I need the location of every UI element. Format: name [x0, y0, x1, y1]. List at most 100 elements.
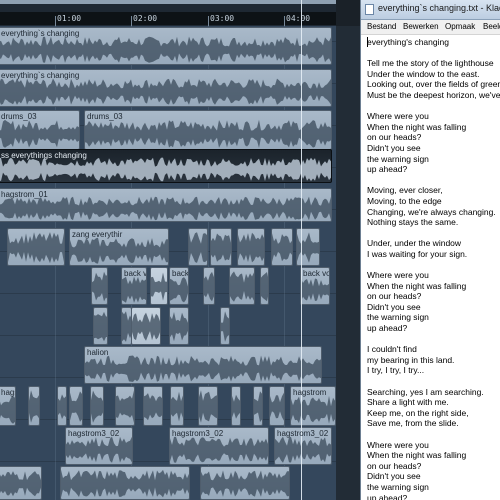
clip-label: hagstrom3_02	[68, 429, 120, 438]
waveform	[199, 390, 217, 423]
waveform-shape	[85, 119, 331, 148]
audio-clip[interactable]: drums_03	[84, 110, 332, 150]
audio-clip[interactable]	[93, 307, 108, 345]
waveform-shape	[232, 394, 240, 419]
audio-clip[interactable]	[237, 228, 265, 266]
clip-label: halion	[87, 348, 109, 357]
notepad-text-area[interactable]: everything's changing Tell me the story …	[367, 37, 500, 500]
audio-clip[interactable]	[198, 386, 218, 426]
audio-clip[interactable]	[210, 228, 232, 266]
tick-mark	[284, 16, 285, 26]
audio-clip[interactable]: hagstrom3_02	[169, 427, 269, 465]
clip-label: back vo	[303, 269, 330, 278]
audio-clip[interactable]	[231, 386, 241, 426]
waveform	[29, 390, 39, 423]
waveform-shape	[58, 394, 66, 419]
audio-clip[interactable]	[220, 307, 230, 345]
waveform-shape	[85, 355, 321, 382]
waveform-shape	[301, 278, 329, 302]
menu-opmaak[interactable]: Opmaak	[445, 22, 475, 31]
waveform	[151, 272, 167, 301]
audio-clip[interactable]	[253, 386, 263, 426]
waveform-shape	[0, 471, 41, 497]
audio-clip[interactable]	[229, 267, 255, 305]
audio-clip[interactable]	[296, 228, 320, 266]
waveform-shape	[201, 470, 289, 497]
audio-clip[interactable]	[69, 386, 83, 426]
audio-clip[interactable]	[90, 386, 104, 426]
audio-clip[interactable]	[60, 466, 190, 500]
waveform-shape	[66, 436, 132, 463]
audio-clip[interactable]: back	[169, 267, 189, 305]
audio-clip[interactable]: hagstrom	[290, 386, 336, 426]
waveform	[170, 312, 188, 342]
audio-clip[interactable]: everything`s changing	[0, 27, 332, 65]
audio-clip[interactable]: hagstrom3_02	[274, 427, 332, 465]
audio-clip[interactable]	[143, 386, 163, 426]
audio-clip[interactable]: drums_03	[0, 110, 80, 150]
audio-clip[interactable]: zang everythir	[69, 228, 169, 266]
vertical-scrollbar[interactable]	[336, 26, 360, 500]
audio-clip[interactable]: back v	[121, 267, 147, 305]
clip-label: back v	[124, 269, 147, 278]
waveform	[94, 311, 107, 342]
audio-clip[interactable]: ss everythings changing	[0, 149, 332, 183]
notepad-menubar: Bestand Bewerken Opmaak Beeld	[361, 20, 500, 35]
waveform	[270, 392, 284, 421]
audio-clip[interactable]: back vo	[300, 267, 330, 305]
waveform	[91, 390, 103, 423]
notepad-titlebar[interactable]: everything`s changing.txt - Kladblok	[361, 0, 500, 20]
waveform-shape	[0, 78, 331, 105]
audio-clip[interactable]	[115, 386, 135, 426]
audio-clip[interactable]	[131, 307, 161, 345]
waveform	[232, 394, 240, 419]
audio-clip[interactable]	[7, 228, 65, 266]
waveform	[272, 233, 292, 262]
waveform	[261, 272, 268, 302]
waveform	[0, 196, 331, 221]
waveform	[132, 312, 160, 341]
clip-label: drums_03	[87, 112, 123, 121]
waveform	[144, 393, 162, 421]
waveform	[204, 271, 214, 302]
clip-label: drums_03	[1, 112, 37, 121]
waveform-shape	[221, 311, 229, 342]
audio-clip[interactable]	[150, 267, 168, 305]
menu-beeld[interactable]: Beeld	[483, 22, 500, 31]
locator-bar[interactable]	[0, 0, 336, 4]
ruler-marker: 04:00	[286, 14, 311, 23]
timeline-ruler[interactable]: 01:00 02:00 03:00 04:00	[0, 0, 360, 26]
audio-clip[interactable]	[269, 386, 285, 426]
audio-clip[interactable]: hagstrom_01	[0, 188, 332, 222]
audio-clip[interactable]	[0, 466, 42, 500]
audio-clip[interactable]	[203, 267, 215, 305]
waveform-shape	[230, 271, 254, 302]
audio-clip[interactable]	[200, 466, 290, 500]
audio-clip[interactable]	[188, 228, 208, 266]
waveform-shape	[29, 390, 39, 423]
menu-bestand[interactable]: Bestand	[367, 22, 396, 31]
waveform	[0, 471, 41, 497]
audio-clip[interactable]	[260, 267, 269, 305]
waveform-shape	[261, 272, 268, 302]
waveform-shape	[189, 232, 207, 263]
menu-bewerken[interactable]: Bewerken	[403, 22, 439, 31]
waveform-shape	[171, 391, 183, 422]
playhead-cursor[interactable]	[301, 0, 302, 500]
waveform-shape	[70, 391, 82, 422]
waveform	[221, 311, 229, 342]
audio-clip[interactable]: hagstrom	[0, 386, 16, 426]
audio-clip[interactable]	[57, 386, 67, 426]
tick-mark	[208, 16, 209, 26]
waveform-shape	[291, 395, 335, 424]
waveform-shape	[199, 390, 217, 423]
audio-clip[interactable]: everything`s changing	[0, 69, 332, 107]
audio-clip[interactable]	[271, 228, 293, 266]
audio-clip[interactable]: hagstrom3_02	[65, 427, 133, 465]
audio-clip[interactable]: halion	[84, 346, 322, 384]
clip-label: everything`s changing	[1, 29, 80, 38]
audio-clip[interactable]	[169, 307, 189, 345]
audio-clip[interactable]	[91, 267, 108, 305]
audio-clip[interactable]	[28, 386, 40, 426]
audio-clip[interactable]	[170, 386, 184, 426]
